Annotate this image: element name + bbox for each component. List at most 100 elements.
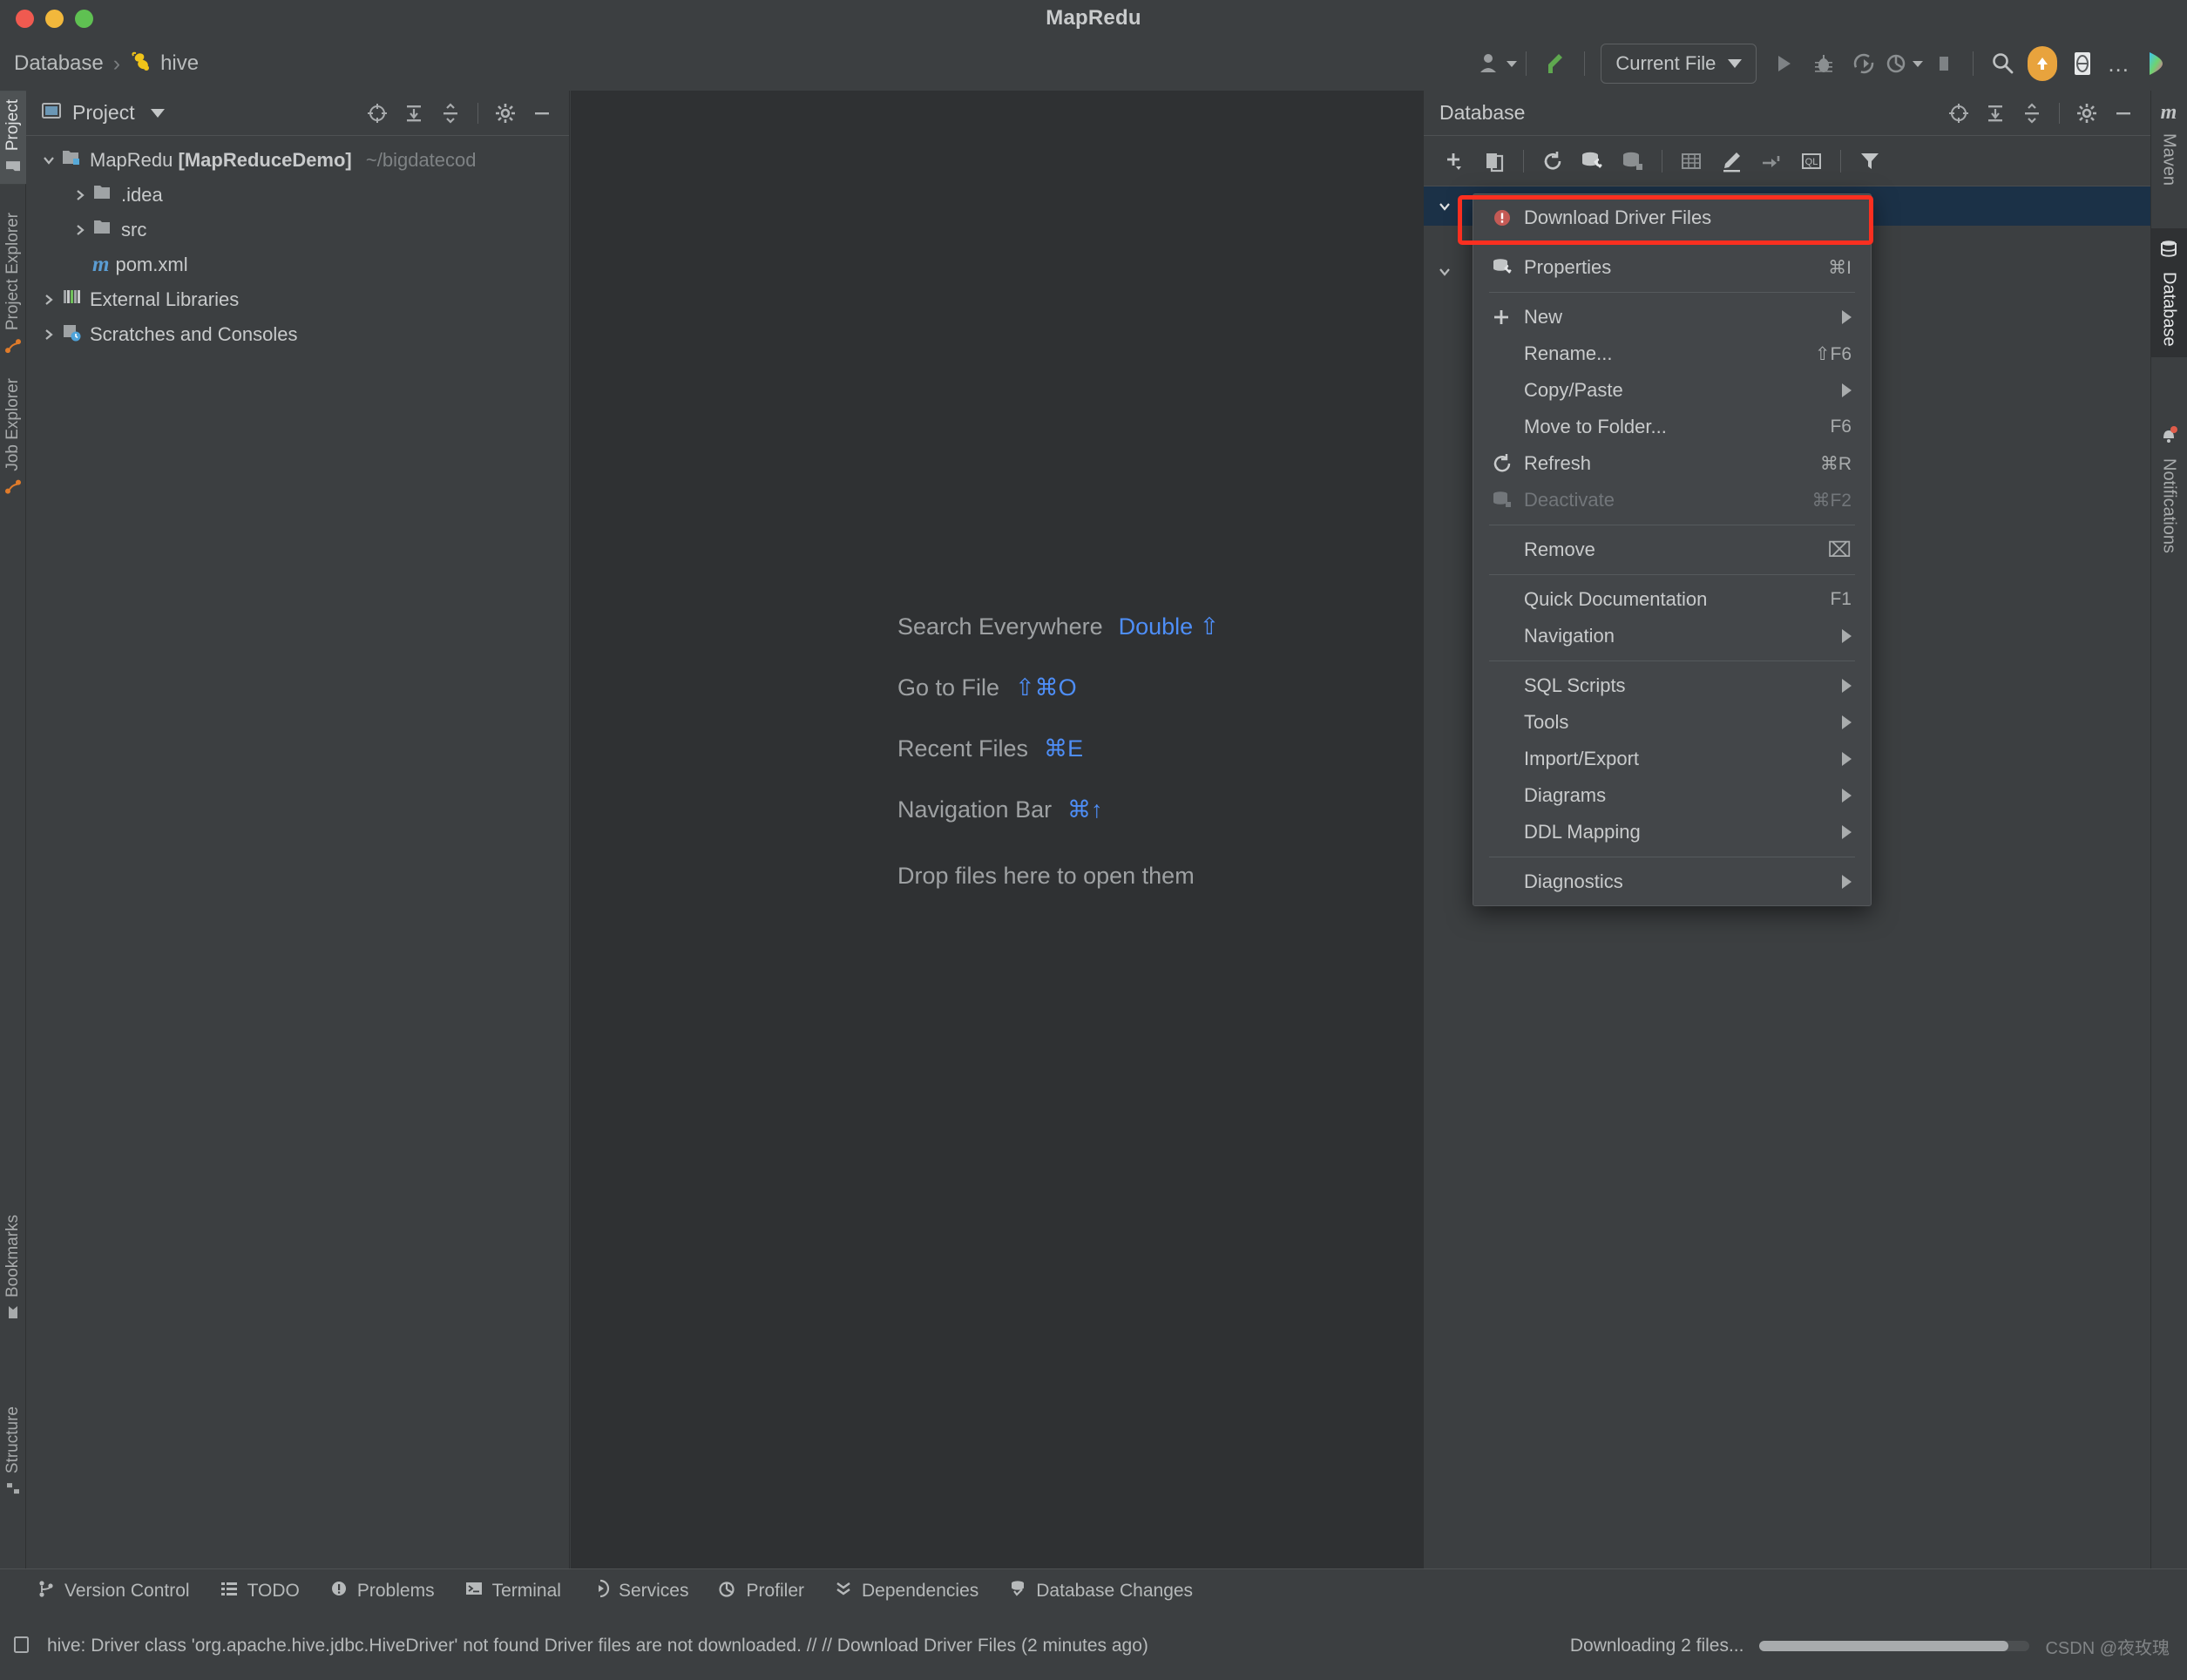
minimize-icon[interactable]: [2107, 97, 2140, 130]
code-with-me-icon[interactable]: [2062, 44, 2102, 84]
run-configuration-selector[interactable]: Current File: [1601, 44, 1757, 84]
database-context-menu[interactable]: Download Driver Files Properties ⌘I New: [1473, 193, 1872, 906]
menu-item-refresh[interactable]: Refresh ⌘R: [1473, 445, 1871, 482]
table-editor-icon[interactable]: [1673, 143, 1710, 180]
bigdata-explorer-icon: [3, 337, 23, 355]
debug-icon[interactable]: [1804, 44, 1844, 84]
tree-label: Scratches and Consoles: [90, 323, 298, 345]
menu-item-ddl-mapping[interactable]: DDL Mapping: [1473, 814, 1871, 850]
menu-item-sql-scripts[interactable]: SQL Scripts: [1473, 667, 1871, 704]
menu-item-remove[interactable]: Remove ⌧: [1473, 532, 1871, 568]
hive-bee-icon: [130, 51, 152, 78]
bottom-tab-database-changes[interactable]: Database Changes: [1008, 1579, 1193, 1603]
menu-item-download-driver-files[interactable]: Download Driver Files: [1473, 200, 1871, 236]
select-opened-file-icon[interactable]: [1942, 97, 1975, 130]
sidebar-item-database[interactable]: Database: [2150, 228, 2187, 357]
bottom-tab-dependencies[interactable]: Dependencies: [834, 1579, 978, 1603]
chevron-down-icon[interactable]: [150, 108, 165, 118]
menu-item-properties[interactable]: Properties ⌘I: [1473, 249, 1871, 286]
add-data-source-icon[interactable]: [1436, 143, 1473, 180]
hint-search-everywhere: Search Everywhere Double ⇧: [897, 613, 1220, 640]
bottom-tab-terminal[interactable]: Terminal: [464, 1579, 561, 1603]
menu-item-move-to-folder[interactable]: Move to Folder... F6: [1473, 409, 1871, 445]
bottom-tab-todo[interactable]: TODO: [220, 1579, 300, 1603]
project-tree[interactable]: MapRedu [MapReduceDemo] ~/bigdatecod .id…: [26, 136, 569, 1584]
twisty-collapsed-icon[interactable]: [37, 327, 61, 342]
search-icon[interactable]: [1982, 44, 2022, 84]
run-with-coverage-icon[interactable]: [1844, 44, 1884, 84]
tree-row[interactable]: MapRedu [MapReduceDemo] ~/bigdatecod: [26, 143, 569, 178]
tree-row[interactable]: src: [26, 213, 569, 247]
twisty-expanded-icon[interactable]: [1432, 199, 1457, 214]
expand-all-icon[interactable]: [1979, 97, 2012, 130]
gear-icon[interactable]: [2070, 97, 2103, 130]
menu-separator: [1489, 574, 1855, 575]
collapse-all-icon[interactable]: [2015, 97, 2048, 130]
bottom-tab-version-control[interactable]: Version Control: [37, 1579, 190, 1603]
folder-icon: [92, 217, 115, 243]
data-source-properties-icon[interactable]: [1574, 143, 1611, 180]
terminal-icon: [464, 1579, 484, 1603]
menu-item-navigation[interactable]: Navigation: [1473, 618, 1871, 654]
sidebar-item-structure[interactable]: Structure: [0, 1398, 26, 1505]
deactivate-datasource-icon[interactable]: [1615, 143, 1651, 180]
data-source-properties-icon: [1491, 256, 1522, 279]
profiler-icon[interactable]: [1884, 44, 1924, 84]
twisty-expanded-icon[interactable]: [37, 152, 61, 168]
sidebar-item-notifications[interactable]: Notifications: [2150, 415, 2187, 564]
menu-item-tools[interactable]: Tools: [1473, 704, 1871, 741]
chevron-right-icon: [1842, 789, 1852, 803]
hint-recent-files: Recent Files ⌘E: [897, 735, 1084, 762]
menu-item-import-export[interactable]: Import/Export: [1473, 741, 1871, 777]
breadcrumb-current[interactable]: hive: [160, 51, 199, 76]
query-console-icon[interactable]: QL: [1793, 143, 1830, 180]
twisty-collapsed-icon[interactable]: [68, 222, 92, 238]
minimize-icon[interactable]: [525, 97, 559, 130]
sidebar-item-maven[interactable]: m Maven: [2150, 91, 2187, 196]
menu-item-rename[interactable]: Rename... ⇧F6: [1473, 335, 1871, 372]
user-account-icon[interactable]: [1477, 44, 1517, 84]
menu-item-diagnostics[interactable]: Diagnostics: [1473, 864, 1871, 900]
tree-row[interactable]: .idea: [26, 178, 569, 213]
tree-row[interactable]: m pom.xml: [26, 247, 569, 282]
breadcrumb-root[interactable]: Database: [14, 51, 104, 76]
notification-square-icon[interactable]: [12, 1633, 33, 1660]
update-available-icon[interactable]: [2022, 44, 2062, 84]
filter-icon[interactable]: [1852, 143, 1888, 180]
tree-row[interactable]: Scratches and Consoles: [26, 317, 569, 352]
select-opened-file-icon[interactable]: [361, 97, 394, 130]
collapse-all-icon[interactable]: [434, 97, 467, 130]
sidebar-item-project-explorer[interactable]: Project Explorer: [0, 204, 26, 363]
sidebar-item-job-explorer[interactable]: Job Explorer: [0, 369, 26, 505]
menu-item-new[interactable]: New: [1473, 299, 1871, 335]
stop-icon[interactable]: [1924, 44, 1964, 84]
sidebar-item-project[interactable]: Project: [0, 91, 26, 185]
twisty-collapsed-icon[interactable]: [68, 187, 92, 203]
run-icon[interactable]: [1764, 44, 1804, 84]
status-message[interactable]: hive: Driver class 'org.apache.hive.jdbc…: [47, 1636, 1148, 1656]
bottom-tab-profiler[interactable]: Profiler: [718, 1579, 804, 1603]
header-divider: [2059, 102, 2060, 124]
duplicate-icon[interactable]: [1476, 143, 1513, 180]
libraries-icon: [61, 287, 84, 313]
bottom-tab-services[interactable]: Services: [591, 1579, 688, 1603]
menu-item-copy-paste[interactable]: Copy/Paste: [1473, 372, 1871, 409]
editor-empty-area[interactable]: Search Everywhere Double ⇧ Go to File ⇧⌘…: [571, 91, 1423, 1584]
tree-row[interactable]: External Libraries: [26, 282, 569, 317]
menu-item-quick-documentation[interactable]: Quick Documentation F1: [1473, 581, 1871, 618]
refresh-icon[interactable]: [1534, 143, 1571, 180]
chevron-down-icon: [1728, 59, 1743, 68]
twisty-expanded-icon[interactable]: [1432, 264, 1457, 280]
jump-to-console-icon[interactable]: [1753, 143, 1790, 180]
sidebar-item-bookmarks[interactable]: Bookmarks: [0, 1206, 26, 1329]
twisty-collapsed-icon[interactable]: [37, 292, 61, 308]
expand-all-icon[interactable]: [397, 97, 430, 130]
ai-assistant-icon[interactable]: [2135, 44, 2175, 84]
gear-icon[interactable]: [489, 97, 522, 130]
menu-item-diagrams[interactable]: Diagrams: [1473, 777, 1871, 814]
vcs-update-icon[interactable]: [1535, 44, 1575, 84]
modify-icon[interactable]: [1713, 143, 1750, 180]
more-options-icon[interactable]: ...: [2102, 51, 2135, 78]
error-circle-icon: [1491, 207, 1522, 229]
bottom-tab-problems[interactable]: Problems: [329, 1579, 435, 1603]
